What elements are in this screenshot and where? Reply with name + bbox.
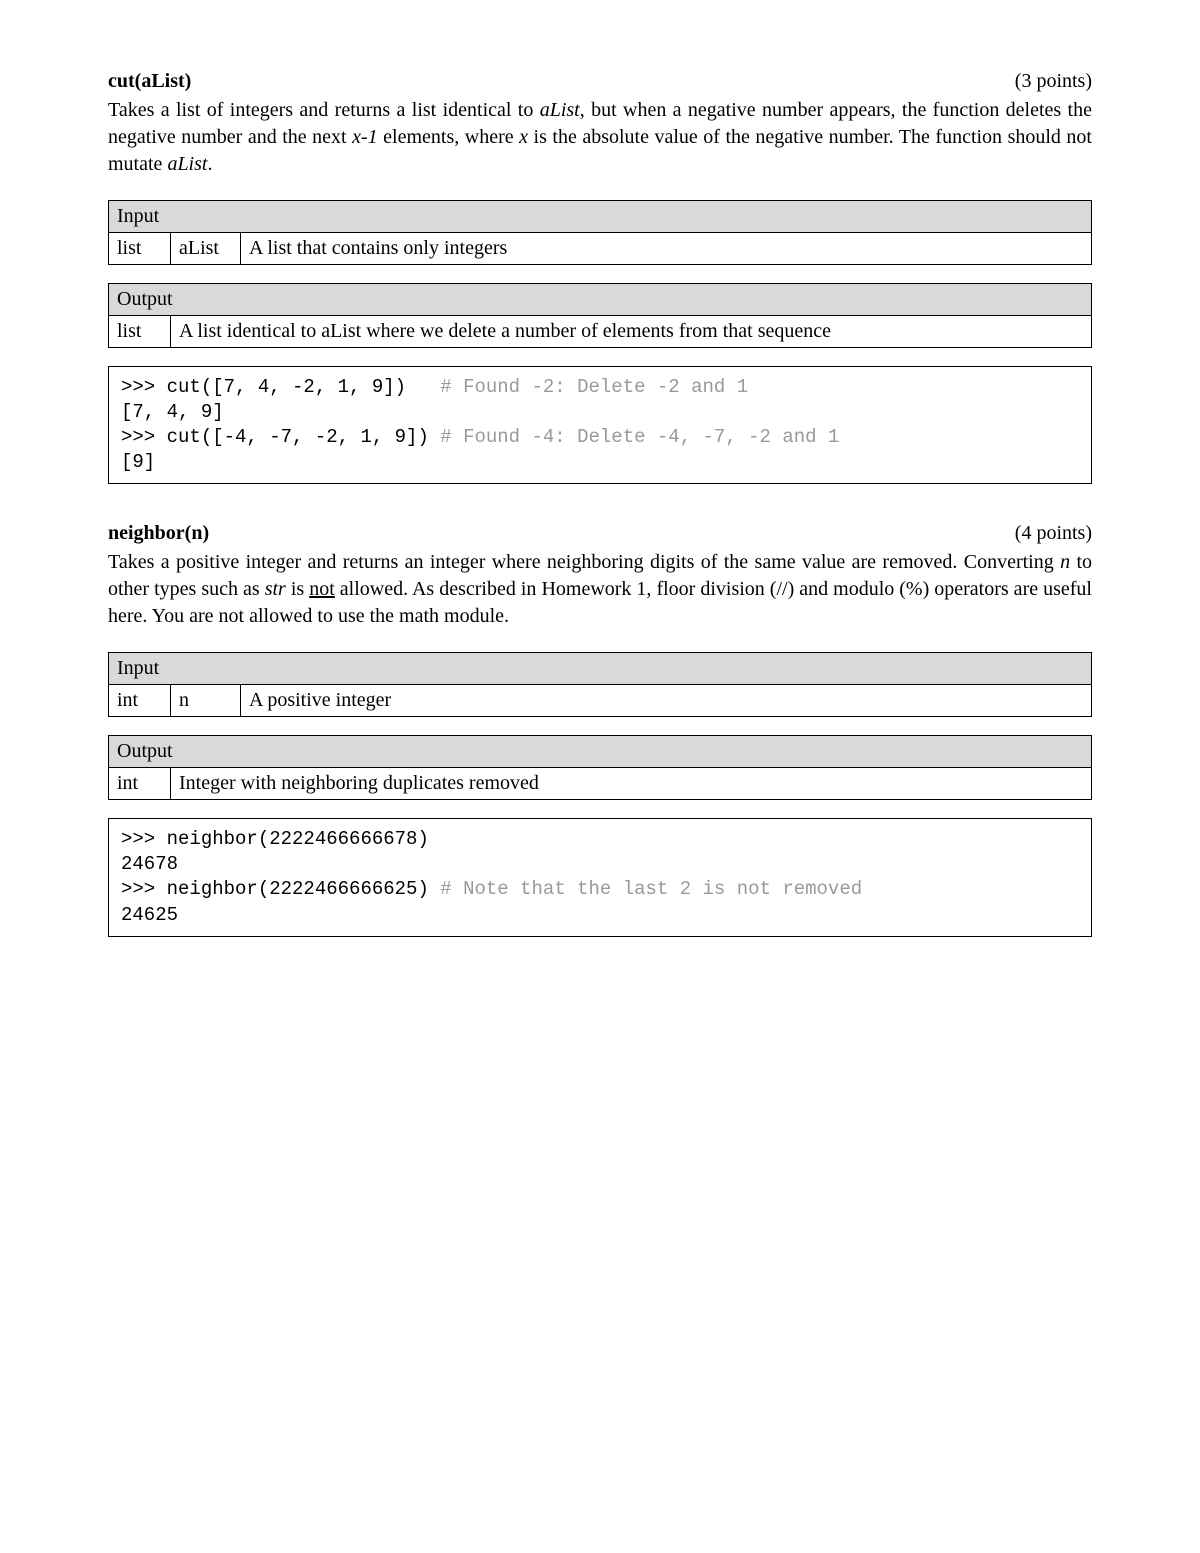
- table-header: Input: [109, 201, 1092, 233]
- code-comment: # Found -4: Delete -4, -7, -2 and 1: [440, 426, 839, 448]
- desc-italic: n: [1060, 551, 1070, 573]
- function-points: (3 points): [1015, 68, 1092, 95]
- return-type: list: [109, 316, 171, 348]
- function-description-neighbor: Takes a positive integer and returns an …: [108, 549, 1092, 630]
- table-header: Input: [109, 653, 1092, 685]
- code-example-neighbor: >>> neighbor(2222466666678) 24678 >>> ne…: [108, 818, 1092, 936]
- code-line: 24625: [121, 904, 178, 926]
- table-header-row: Output: [109, 736, 1092, 768]
- code-line: 24678: [121, 853, 178, 875]
- table-header-row: Input: [109, 201, 1092, 233]
- param-type: int: [109, 685, 171, 717]
- table-header-row: Output: [109, 284, 1092, 316]
- code-line: >>> neighbor(2222466666678): [121, 828, 429, 850]
- function-name: neighbor(n): [108, 520, 209, 547]
- desc-underline: not: [309, 578, 335, 600]
- desc-text: is: [286, 578, 309, 600]
- desc-italic: aList: [540, 99, 580, 121]
- param-name: n: [171, 685, 241, 717]
- return-type: int: [109, 768, 171, 800]
- code-line: >>> cut([-4, -7, -2, 1, 9]): [121, 426, 440, 448]
- code-example-cut: >>> cut([7, 4, -2, 1, 9]) # Found -2: De…: [108, 366, 1092, 484]
- desc-text: elements, where: [378, 126, 519, 148]
- table-header-row: Input: [109, 653, 1092, 685]
- code-line: >>> cut([7, 4, -2, 1, 9]): [121, 376, 440, 398]
- return-desc: A list identical to aList where we delet…: [171, 316, 1092, 348]
- output-table-neighbor: Output int Integer with neighboring dupl…: [108, 735, 1092, 800]
- param-type: list: [109, 233, 171, 265]
- param-name: aList: [171, 233, 241, 265]
- table-header: Output: [109, 284, 1092, 316]
- table-row: list A list identical to aList where we …: [109, 316, 1092, 348]
- table-row: list aList A list that contains only int…: [109, 233, 1092, 265]
- table-row: int n A positive integer: [109, 685, 1092, 717]
- desc-text: Takes a positive integer and returns an …: [108, 551, 1060, 573]
- code-comment: # Note that the last 2 is not removed: [440, 878, 862, 900]
- table-row: int Integer with neighboring duplicates …: [109, 768, 1092, 800]
- output-table-cut: Output list A list identical to aList wh…: [108, 283, 1092, 348]
- code-line: [9]: [121, 451, 155, 473]
- function-description-cut: Takes a list of integers and returns a l…: [108, 97, 1092, 178]
- function-name: cut(aList): [108, 68, 191, 95]
- function-header-neighbor: neighbor(n) (4 points): [108, 520, 1092, 547]
- table-header: Output: [109, 736, 1092, 768]
- desc-italic: str: [265, 578, 286, 600]
- desc-italic: x: [519, 126, 528, 148]
- function-header-cut: cut(aList) (3 points): [108, 68, 1092, 95]
- code-line: [7, 4, 9]: [121, 401, 224, 423]
- desc-text: Takes a list of integers and returns a l…: [108, 99, 540, 121]
- param-desc: A positive integer: [241, 685, 1092, 717]
- param-desc: A list that contains only integers: [241, 233, 1092, 265]
- input-table-neighbor: Input int n A positive integer: [108, 652, 1092, 717]
- input-table-cut: Input list aList A list that contains on…: [108, 200, 1092, 265]
- return-desc: Integer with neighboring duplicates remo…: [171, 768, 1092, 800]
- code-comment: # Found -2: Delete -2 and 1: [440, 376, 748, 398]
- desc-text: .: [207, 153, 212, 175]
- code-line: >>> neighbor(2222466666625): [121, 878, 440, 900]
- function-points: (4 points): [1015, 520, 1092, 547]
- desc-italic: x-1: [352, 126, 378, 148]
- desc-italic: aList: [167, 153, 207, 175]
